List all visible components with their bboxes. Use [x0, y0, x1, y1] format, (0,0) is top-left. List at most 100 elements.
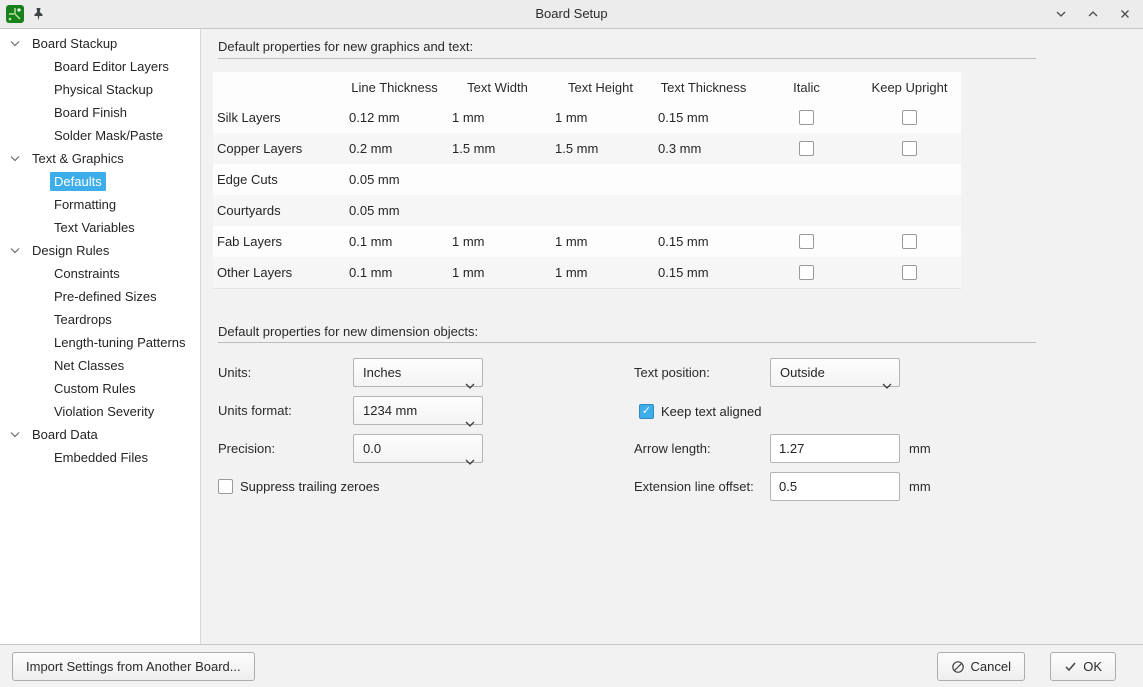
value-cell[interactable]: 1.5 mm: [549, 141, 652, 156]
italic-cell: [755, 141, 858, 156]
sidebar-group-board-data[interactable]: Board Data: [0, 423, 200, 446]
value-cell[interactable]: 1 mm: [446, 110, 549, 125]
precision-value: 0.0: [363, 441, 381, 456]
units-combobox[interactable]: Inches: [353, 358, 483, 387]
sidebar-item-length-tuning-patterns[interactable]: Length-tuning Patterns: [0, 331, 200, 354]
sidebar-item-teardrops[interactable]: Teardrops: [0, 308, 200, 331]
value-cell[interactable]: 1 mm: [446, 234, 549, 249]
value-cell[interactable]: 0.1 mm: [343, 234, 446, 249]
value-cell[interactable]: 1 mm: [549, 265, 652, 280]
table-row-copper-layers: Copper Layers0.2 mm1.5 mm1.5 mm0.3 mm: [213, 133, 961, 164]
value-cell[interactable]: 1 mm: [446, 265, 549, 280]
row-label: Courtyards: [213, 203, 343, 218]
value-cell[interactable]: 0.15 mm: [652, 234, 755, 249]
expander-chevron-down-icon[interactable]: [10, 430, 22, 440]
value-cell[interactable]: 0.1 mm: [343, 265, 446, 280]
sidebar-item-label: Teardrops: [50, 310, 116, 329]
sidebar-item-board-editor-layers[interactable]: Board Editor Layers: [0, 55, 200, 78]
cancel-label: Cancel: [971, 659, 1011, 674]
text-position-label: Text position:: [634, 358, 710, 387]
text-position-combobox[interactable]: Outside: [770, 358, 900, 387]
italic-checkbox[interactable]: [799, 234, 814, 249]
sidebar-item-label: Length-tuning Patterns: [50, 333, 190, 352]
import-settings-button[interactable]: Import Settings from Another Board...: [12, 652, 255, 681]
window-shade-icon[interactable]: [1053, 6, 1069, 22]
sidebar-item-violation-severity[interactable]: Violation Severity: [0, 400, 200, 423]
value-cell[interactable]: 0.3 mm: [652, 141, 755, 156]
chevron-down-icon: [882, 371, 892, 398]
footer-bar: Import Settings from Another Board... Ca…: [0, 644, 1143, 687]
sidebar-group-label: Board Stackup: [32, 36, 117, 51]
sidebar-item-label: Net Classes: [50, 356, 128, 375]
row-label: Silk Layers: [213, 110, 343, 125]
window-close-icon[interactable]: [1117, 6, 1133, 22]
sidebar-item-solder-mask-paste[interactable]: Solder Mask/Paste: [0, 124, 200, 147]
italic-cell: [755, 234, 858, 249]
graphics-defaults-table: Line ThicknessText WidthText HeightText …: [213, 72, 961, 289]
check-icon: [1064, 660, 1077, 673]
pin-icon[interactable]: [33, 7, 44, 21]
precision-label: Precision:: [218, 434, 275, 463]
value-cell[interactable]: 1 mm: [549, 234, 652, 249]
sidebar-item-label: Board Editor Layers: [50, 57, 173, 76]
sidebar-item-physical-stackup[interactable]: Physical Stackup: [0, 78, 200, 101]
units-format-combobox[interactable]: 1234 mm: [353, 396, 483, 425]
sidebar-item-embedded-files[interactable]: Embedded Files: [0, 446, 200, 469]
value-cell[interactable]: 0.15 mm: [652, 265, 755, 280]
value-cell[interactable]: 0.05 mm: [343, 172, 446, 187]
value-cell[interactable]: 0.2 mm: [343, 141, 446, 156]
chevron-down-icon: [465, 409, 475, 436]
sidebar-group-text-graphics[interactable]: Text & Graphics: [0, 147, 200, 170]
column-header: Text Thickness: [652, 80, 755, 95]
expander-chevron-down-icon[interactable]: [10, 39, 22, 49]
keep-upright-checkbox[interactable]: [902, 234, 917, 249]
italic-cell: [755, 265, 858, 280]
extension-line-offset-input[interactable]: [770, 472, 900, 501]
ok-label: OK: [1083, 659, 1102, 674]
italic-checkbox[interactable]: [799, 265, 814, 280]
window-maximize-icon[interactable]: [1085, 6, 1101, 22]
italic-checkbox[interactable]: [799, 110, 814, 125]
keep-upright-checkbox[interactable]: [902, 265, 917, 280]
italic-checkbox[interactable]: [799, 141, 814, 156]
sidebar-group-label: Text & Graphics: [32, 151, 124, 166]
sidebar-item-defaults[interactable]: Defaults: [0, 170, 200, 193]
units-value: Inches: [363, 365, 401, 380]
sidebar-item-constraints[interactable]: Constraints: [0, 262, 200, 285]
expander-chevron-down-icon[interactable]: [10, 246, 22, 256]
keep-upright-checkbox[interactable]: [902, 141, 917, 156]
expander-chevron-down-icon[interactable]: [10, 154, 22, 164]
arrow-length-input[interactable]: [770, 434, 900, 463]
sidebar-item-text-variables[interactable]: Text Variables: [0, 216, 200, 239]
sidebar-item-board-finish[interactable]: Board Finish: [0, 101, 200, 124]
sidebar-item-label: Physical Stackup: [50, 80, 157, 99]
cancel-button[interactable]: Cancel: [937, 652, 1025, 681]
titlebar[interactable]: Board Setup: [0, 0, 1143, 29]
sidebar-item-formatting[interactable]: Formatting: [0, 193, 200, 216]
sidebar-group-design-rules[interactable]: Design Rules: [0, 239, 200, 262]
value-cell[interactable]: 0.12 mm: [343, 110, 446, 125]
sidebar-tree: Board Stackup Board Editor Layers Physical…: [0, 29, 201, 644]
value-cell[interactable]: 1.5 mm: [446, 141, 549, 156]
sidebar-item-label: Embedded Files: [50, 448, 152, 467]
sidebar-item-net-classes[interactable]: Net Classes: [0, 354, 200, 377]
chevron-down-icon: [465, 371, 475, 398]
table-row-fab-layers: Fab Layers0.1 mm1 mm1 mm0.15 mm: [213, 226, 961, 257]
keep-upright-checkbox[interactable]: [902, 110, 917, 125]
dimensions-section-title: Default properties for new dimension obj…: [218, 323, 478, 341]
sidebar-item-custom-rules[interactable]: Custom Rules: [0, 377, 200, 400]
ok-button[interactable]: OK: [1050, 652, 1116, 681]
chevron-down-icon: [465, 447, 475, 474]
keep-text-aligned-checkbox[interactable]: ✓: [639, 404, 654, 419]
column-header: Line Thickness: [343, 80, 446, 95]
sidebar-item-label: Pre-defined Sizes: [50, 287, 161, 306]
sidebar-item-pre-defined-sizes[interactable]: Pre-defined Sizes: [0, 285, 200, 308]
sidebar-group-board-stackup[interactable]: Board Stackup: [0, 32, 200, 55]
arrow-length-unit: mm: [909, 434, 931, 463]
value-cell[interactable]: 0.05 mm: [343, 203, 446, 218]
suppress-trailing-zeroes-checkbox[interactable]: [218, 479, 233, 494]
value-cell[interactable]: 0.15 mm: [652, 110, 755, 125]
precision-combobox[interactable]: 0.0: [353, 434, 483, 463]
row-label: Edge Cuts: [213, 172, 343, 187]
value-cell[interactable]: 1 mm: [549, 110, 652, 125]
